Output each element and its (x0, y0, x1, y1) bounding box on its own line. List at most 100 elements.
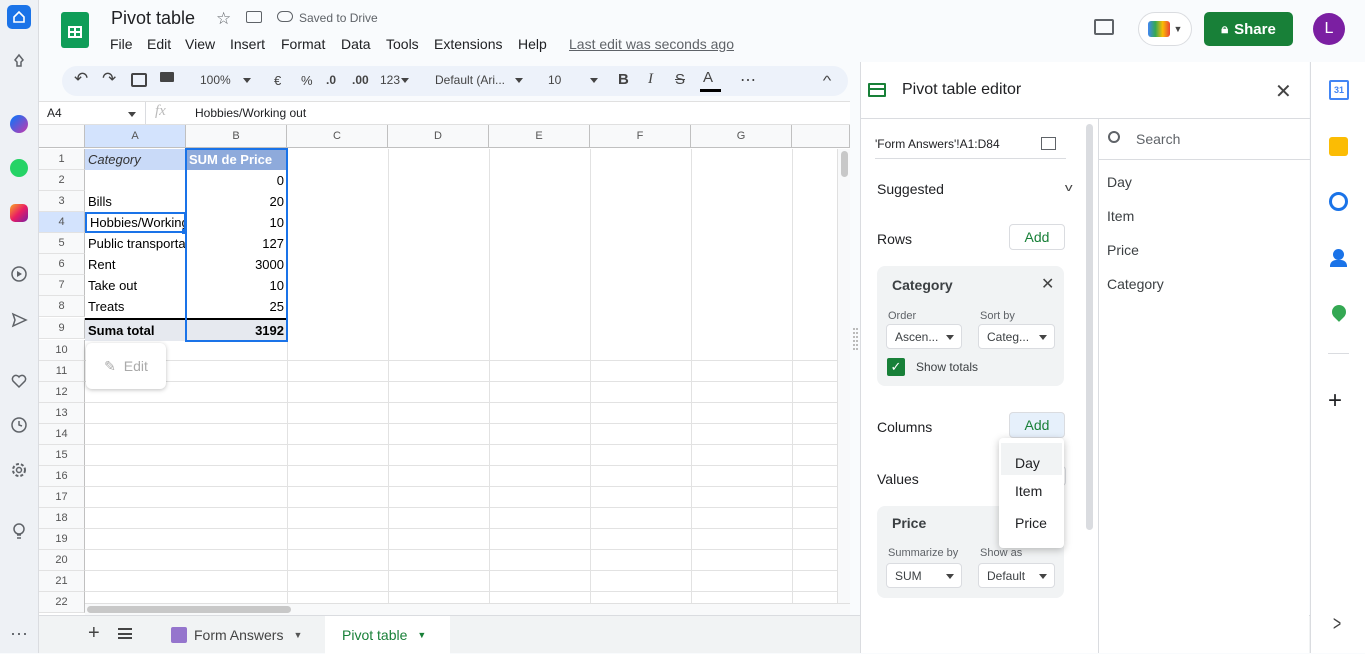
order-select[interactable]: Ascen... (886, 324, 962, 349)
more-formats-button[interactable]: 123 (380, 73, 400, 87)
editor-scroll-thumb[interactable] (1086, 124, 1093, 530)
row-header[interactable]: 15 (39, 445, 85, 466)
pivot-row-label[interactable]: Take out (85, 275, 186, 296)
column-header-g[interactable]: G (691, 125, 792, 148)
columns-add-button[interactable]: Add (1009, 412, 1065, 438)
heart-icon[interactable] (7, 369, 31, 393)
clock-icon[interactable] (7, 413, 31, 437)
pivot-row-label[interactable]: Public transportation (85, 233, 186, 254)
menu-file[interactable]: File (110, 36, 133, 52)
messenger-icon[interactable] (7, 112, 31, 136)
horizontal-scroll-thumb[interactable] (87, 606, 291, 613)
column-header-c[interactable]: C (287, 125, 388, 148)
menu-extensions[interactable]: Extensions (434, 36, 502, 52)
column-header-a[interactable]: A (85, 125, 186, 148)
vertical-scrollbar[interactable] (837, 149, 850, 603)
tasks-icon[interactable] (1329, 192, 1348, 211)
font-select[interactable]: Default (Ari... (435, 73, 505, 87)
pivot-row-value[interactable]: 10 (186, 275, 287, 296)
rows-add-button[interactable]: Add (1009, 224, 1065, 250)
select-all-corner[interactable] (39, 125, 85, 148)
maps-icon[interactable] (1329, 302, 1349, 322)
row-header[interactable]: 5 (39, 233, 85, 254)
pin-icon[interactable] (7, 50, 31, 74)
play-icon[interactable] (7, 262, 31, 286)
row-header[interactable]: 10 (39, 340, 85, 361)
calendar-icon[interactable]: 31 (1329, 80, 1349, 100)
decrease-decimal-button[interactable]: .0 (326, 73, 336, 87)
pivot-row-label-selected[interactable]: Hobbies/Working out (85, 212, 186, 233)
name-box[interactable]: A4 (47, 106, 62, 120)
menu-tools[interactable]: Tools (386, 36, 419, 52)
field-search-input[interactable]: Search (1136, 131, 1180, 147)
share-button[interactable]: 🔒︎ Share (1204, 12, 1293, 46)
document-title[interactable]: Pivot table (111, 8, 195, 29)
pivot-row-value[interactable]: 0 (186, 170, 287, 191)
row-header[interactable]: 4 (39, 212, 85, 233)
move-folder-icon[interactable] (246, 11, 262, 23)
pivot-row-value[interactable]: 3000 (186, 254, 287, 275)
pivot-header-category[interactable]: Category (85, 149, 186, 170)
row-header[interactable]: 19 (39, 529, 85, 550)
select-range-icon[interactable] (1041, 137, 1056, 150)
contacts-icon[interactable] (1333, 249, 1344, 260)
panel-resize-handle[interactable] (853, 328, 858, 350)
row-header[interactable]: 22 (39, 592, 85, 613)
home-icon[interactable] (7, 5, 31, 29)
redo-icon[interactable]: ↷ (102, 69, 116, 89)
close-editor-icon[interactable]: ✕ (1275, 79, 1292, 104)
sortby-select[interactable]: Categ... (978, 324, 1055, 349)
star-icon[interactable]: ☆ (216, 9, 231, 29)
suggested-label[interactable]: Suggested (877, 181, 944, 197)
add-sheet-icon[interactable]: + (88, 622, 100, 645)
row-header[interactable]: 1 (39, 149, 85, 170)
row-header[interactable]: 7 (39, 275, 85, 296)
comments-icon[interactable] (1094, 19, 1114, 35)
more-toolbar-button[interactable]: ⋯ (740, 70, 756, 90)
collapse-toolbar-icon[interactable]: ^ (823, 73, 832, 88)
horizontal-scrollbar[interactable] (85, 603, 850, 615)
row-header[interactable]: 12 (39, 382, 85, 403)
whatsapp-icon[interactable] (7, 156, 31, 180)
percent-format-button[interactable]: % (301, 73, 313, 88)
italic-button[interactable]: I (648, 71, 653, 88)
menu-view[interactable]: View (185, 36, 215, 52)
row-header[interactable]: 9 (39, 318, 85, 339)
meet-button[interactable]: ▼ (1138, 12, 1192, 46)
lightbulb-icon[interactable] (7, 519, 31, 543)
increase-decimal-button[interactable]: .00 (352, 73, 369, 87)
strikethrough-button[interactable]: S (675, 71, 685, 88)
text-color-button[interactable]: A (703, 69, 713, 86)
dropdown-option[interactable]: Day (1001, 443, 1062, 475)
pivot-total-value[interactable]: 3192 (186, 320, 287, 341)
menu-edit[interactable]: Edit (147, 36, 171, 52)
menu-insert[interactable]: Insert (230, 36, 265, 52)
font-size-select[interactable]: 10 (548, 73, 561, 87)
sheet-tab-form-answers[interactable]: Form Answers ▼ (156, 616, 324, 654)
field-list-item[interactable]: Category (1107, 276, 1164, 292)
row-header[interactable]: 14 (39, 424, 85, 445)
formula-input[interactable]: Hobbies/Working out (195, 106, 306, 120)
column-header-h[interactable] (792, 125, 850, 148)
currency-format-button[interactable]: € (274, 73, 281, 88)
settings-gear-icon[interactable] (7, 458, 31, 482)
pivot-row-value[interactable]: 20 (186, 191, 287, 212)
pivot-row-value[interactable]: 10 (186, 212, 287, 233)
row-header[interactable]: 11 (39, 361, 85, 382)
bold-button[interactable]: B (618, 71, 629, 88)
row-header[interactable]: 2 (39, 170, 85, 191)
pivot-row-label[interactable]: Rent (85, 254, 186, 275)
pivot-row-label[interactable] (85, 170, 186, 191)
pivot-header-sum[interactable]: SUM de Price (186, 149, 287, 170)
row-header[interactable]: 18 (39, 508, 85, 529)
row-header[interactable]: 17 (39, 487, 85, 508)
vertical-scroll-thumb[interactable] (841, 151, 848, 177)
sheets-logo-icon[interactable] (61, 12, 89, 48)
send-icon[interactable] (7, 308, 31, 332)
row-header[interactable]: 8 (39, 296, 85, 317)
summarize-select[interactable]: SUM (886, 563, 962, 588)
row-header[interactable]: 16 (39, 466, 85, 487)
paint-format-icon[interactable] (160, 72, 174, 82)
sheet-grid[interactable]: A B C D E F G 1 2 3 4 5 6 7 8 9 10 11 12… (39, 125, 850, 615)
instagram-icon[interactable] (7, 201, 31, 225)
